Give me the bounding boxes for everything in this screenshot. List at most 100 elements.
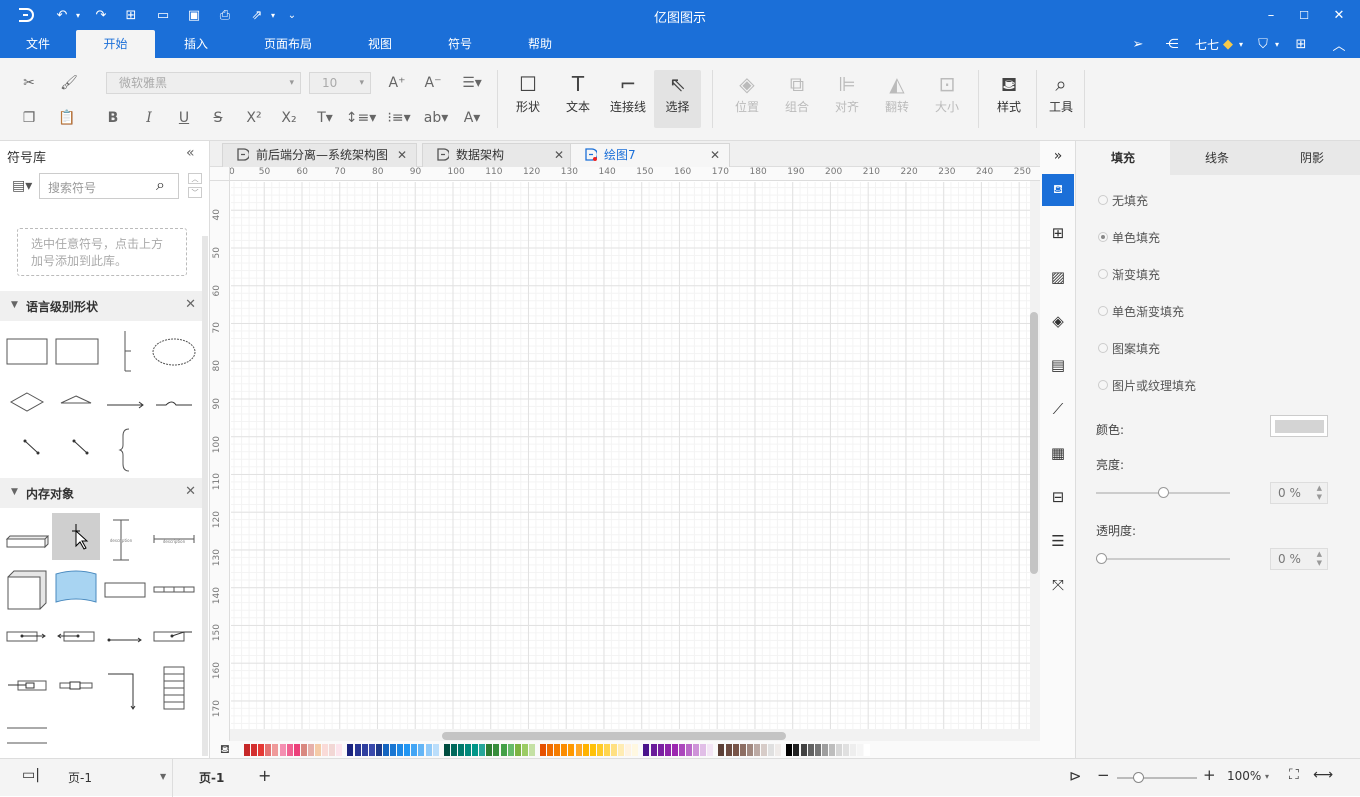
color-swatch[interactable] (443, 744, 450, 756)
color-swatch[interactable] (768, 744, 775, 756)
menu-file[interactable]: 文件 (14, 30, 62, 58)
color-swatch[interactable] (286, 744, 293, 756)
send-icon[interactable]: ➢ (1129, 35, 1147, 53)
menu-view[interactable]: 视图 (356, 30, 404, 58)
shape-3d-cube[interactable] (7, 570, 47, 610)
horizontal-scrollbar[interactable] (442, 732, 786, 740)
align-button[interactable]: ⊫ 对齐 (824, 70, 870, 128)
shape-triangle[interactable] (60, 395, 92, 404)
color-swatch[interactable] (354, 744, 361, 756)
color-swatch[interactable] (322, 744, 329, 756)
color-swatch[interactable] (618, 744, 625, 756)
close-tab-icon[interactable]: ✕ (397, 144, 407, 166)
font-family-select[interactable]: 微软雅黑 ▾ (106, 72, 301, 94)
library-scrollbar[interactable] (202, 236, 208, 756)
color-swatch[interactable] (265, 744, 272, 756)
vertical-scrollbar[interactable] (1030, 312, 1038, 574)
radio-button[interactable] (1098, 380, 1108, 390)
zoom-dropdown-icon[interactable]: ▾ (1265, 772, 1269, 781)
connector-button[interactable]: ⌐ 连接线 (605, 70, 651, 128)
shape-bracket-line[interactable] (124, 331, 131, 372)
color-swatch[interactable] (300, 744, 307, 756)
copy-icon[interactable]: ❐ (16, 107, 42, 129)
color-swatch[interactable] (746, 744, 753, 756)
color-swatch[interactable] (700, 744, 707, 756)
shape-3d-flat-box[interactable] (5, 535, 50, 549)
shape-curve-arrow[interactable] (156, 401, 192, 406)
color-swatch[interactable] (315, 744, 321, 756)
color-swatch[interactable] (336, 744, 343, 756)
tab-shadow[interactable]: 阴影 (1264, 141, 1360, 175)
color-swatch[interactable] (657, 744, 664, 756)
select-button[interactable]: ⇖ 选择 (654, 70, 701, 128)
color-swatch[interactable] (404, 744, 411, 756)
drawing-canvas[interactable]: |0 50 60 70 80 90 100 110 120 130 140 150 160 170 180 1… (210, 167, 1040, 757)
paste-icon[interactable]: 📋 (54, 107, 80, 129)
color-swatch[interactable] (382, 744, 389, 756)
fit-page-icon[interactable]: ⛶ (1289, 767, 1299, 783)
theme-dropdown-icon[interactable]: ▾ (1272, 35, 1282, 53)
color-swatch[interactable] (457, 744, 464, 756)
format-painter-icon[interactable]: 🖌 (56, 72, 82, 94)
color-swatch[interactable] (244, 744, 250, 756)
shape-folded-panel-selected[interactable] (52, 513, 100, 603)
radio-button[interactable] (1098, 269, 1108, 279)
color-swatch[interactable] (603, 744, 610, 756)
chart-icon[interactable]: ⟋ (1047, 398, 1069, 420)
color-swatch[interactable] (836, 744, 842, 756)
color-swatch[interactable] (568, 744, 575, 756)
add-page-icon[interactable]: + (258, 766, 271, 785)
strikethrough-icon[interactable]: S (205, 107, 231, 129)
search-icon[interactable]: ⌕ (156, 175, 165, 195)
color-swatch[interactable] (554, 744, 561, 756)
bold-icon[interactable]: B (100, 107, 126, 129)
color-swatch[interactable] (272, 744, 279, 756)
color-swatch[interactable] (686, 744, 692, 756)
shape-pointer-box-arrow[interactable] (6, 631, 46, 642)
color-swatch[interactable] (807, 744, 814, 756)
page-panel-icon[interactable]: ▭| (22, 767, 40, 783)
color-swatch[interactable] (725, 744, 732, 756)
page-icon[interactable]: ▤ (1047, 354, 1069, 376)
format-icon[interactable]: ☰ (1047, 530, 1069, 552)
color-swatch[interactable] (514, 744, 521, 756)
zoom-out-icon[interactable]: − (1097, 766, 1110, 784)
color-swatch[interactable] (589, 744, 596, 756)
menu-help[interactable]: 帮助 (516, 30, 564, 58)
shape-dashed-bar[interactable] (153, 586, 195, 593)
shape-rectangle[interactable] (6, 338, 48, 365)
slider-knob[interactable] (1158, 487, 1169, 498)
color-swatch[interactable] (678, 744, 685, 756)
font-size-select[interactable]: 10 ▾ (309, 72, 371, 94)
shape-arrow-line[interactable] (107, 401, 144, 409)
color-swatch[interactable] (293, 744, 300, 756)
zoom-slider-knob[interactable] (1133, 772, 1144, 783)
page-select[interactable]: 页-1 (68, 769, 92, 786)
color-swatch[interactable] (664, 744, 671, 756)
color-swatch[interactable] (258, 744, 265, 756)
radio-button[interactable] (1098, 195, 1108, 205)
color-swatch[interactable] (786, 744, 793, 756)
shape-diagonal-arrow[interactable] (72, 439, 89, 455)
shape-button[interactable]: ☐ 形状 (505, 70, 551, 128)
expand-panel-icon[interactable]: » (1047, 145, 1069, 167)
radio-button[interactable] (1098, 232, 1108, 242)
color-swatch[interactable] (500, 744, 507, 756)
shape-pointer-arrow[interactable] (107, 637, 142, 643)
color-swatch[interactable] (561, 744, 568, 756)
color-swatch[interactable] (507, 744, 514, 756)
close-section-icon[interactable]: ✕ (185, 484, 196, 499)
color-swatch[interactable] (547, 744, 554, 756)
menu-page-layout[interactable]: 页面布局 (254, 30, 322, 58)
image-icon[interactable]: ▨ (1047, 266, 1069, 288)
share-icon[interactable]: ⋲ (1163, 35, 1181, 53)
color-swatch[interactable] (540, 744, 546, 756)
font-color-icon[interactable]: A▾ (456, 107, 488, 129)
close-tab-icon[interactable]: ✕ (554, 144, 564, 166)
shape-diamond[interactable] (9, 392, 45, 412)
shape-brace[interactable] (118, 428, 130, 472)
shape-horizontal-description[interactable]: description (153, 535, 195, 544)
color-swatch[interactable] (486, 744, 493, 756)
position-button[interactable]: ◈ 位置 (724, 70, 770, 128)
color-swatch[interactable] (821, 744, 828, 756)
